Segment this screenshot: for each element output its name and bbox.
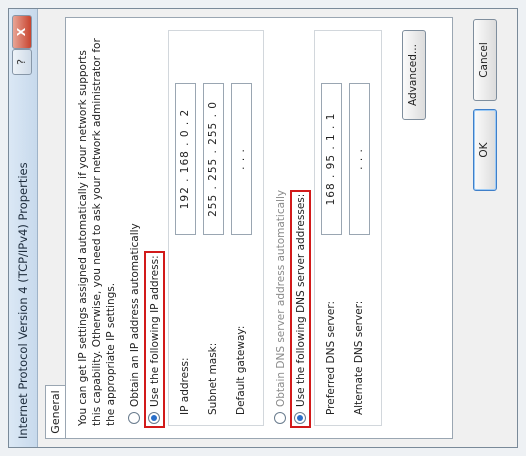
use-following-ip-radio[interactable]: Use the following IP address: [147,203,162,456]
title-bar[interactable]: Internet Protocol Version 4 (TCP/IPv4) P… [9,9,38,447]
ip-group: IP address: 192 . 168 . 0 . 2 Subnet mas… [168,30,264,426]
default-gateway-label: Default gateway: [235,325,247,415]
radio-on-icon [294,412,306,424]
tab-general[interactable]: General [45,385,66,439]
use-following-dns-label: Use the following DNS server addresses: [295,193,307,407]
ip-address-label: IP address: [179,357,191,415]
obtain-ip-auto-label: Obtain an IP address automatically [129,223,141,407]
subnet-mask-field[interactable]: 255 . 255 . 255 . 0 [203,83,224,235]
obtain-dns-auto-radio[interactable]: Obtain DNS server address automatically [274,190,287,424]
use-following-ip-label: Use the following IP address: [149,255,161,407]
subnet-mask-label: Subnet mask: [207,342,219,415]
tcpip-properties-dialog: Internet Protocol Version 4 (TCP/IPv4) P… [8,8,518,456]
default-gateway-field[interactable]: . . . [231,83,252,235]
obtain-ip-auto-radio[interactable]: Obtain an IP address automatically [128,223,141,424]
window-title: Internet Protocol Version 4 (TCP/IPv4) P… [16,162,30,439]
radio-off-icon [274,412,286,424]
radio-on-icon [148,412,160,424]
preferred-dns-field[interactable]: 168 . 95 . 1 . 1 [321,83,342,235]
preferred-dns-label: Preferred DNS server: [325,300,337,415]
description-text: You can get IP settings assigned automat… [77,38,117,426]
obtain-dns-auto-label: Obtain DNS server address automatically [275,189,287,407]
alternate-dns-field[interactable]: . . . [349,83,370,235]
ip-address-field[interactable]: 192 . 168 . 0 . 2 [175,83,196,235]
general-panel: You can get IP settings assigned automat… [65,17,453,456]
close-button[interactable]: X [12,15,32,49]
radio-off-icon [128,412,140,424]
screen: Internet Protocol Version 4 (TCP/IPv4) P… [0,0,526,456]
advanced-button[interactable]: Advanced... [402,30,426,120]
ok-button[interactable]: OK [473,109,497,191]
dns-group: Preferred DNS server: 168 . 95 . 1 . 1 A… [314,30,382,426]
use-following-dns-radio[interactable]: Use the following DNS server addresses: [293,122,308,456]
alternate-dns-label: Alternate DNS server: [353,300,365,415]
cancel-button[interactable]: Cancel [473,19,497,101]
help-button[interactable]: ? [12,49,32,75]
